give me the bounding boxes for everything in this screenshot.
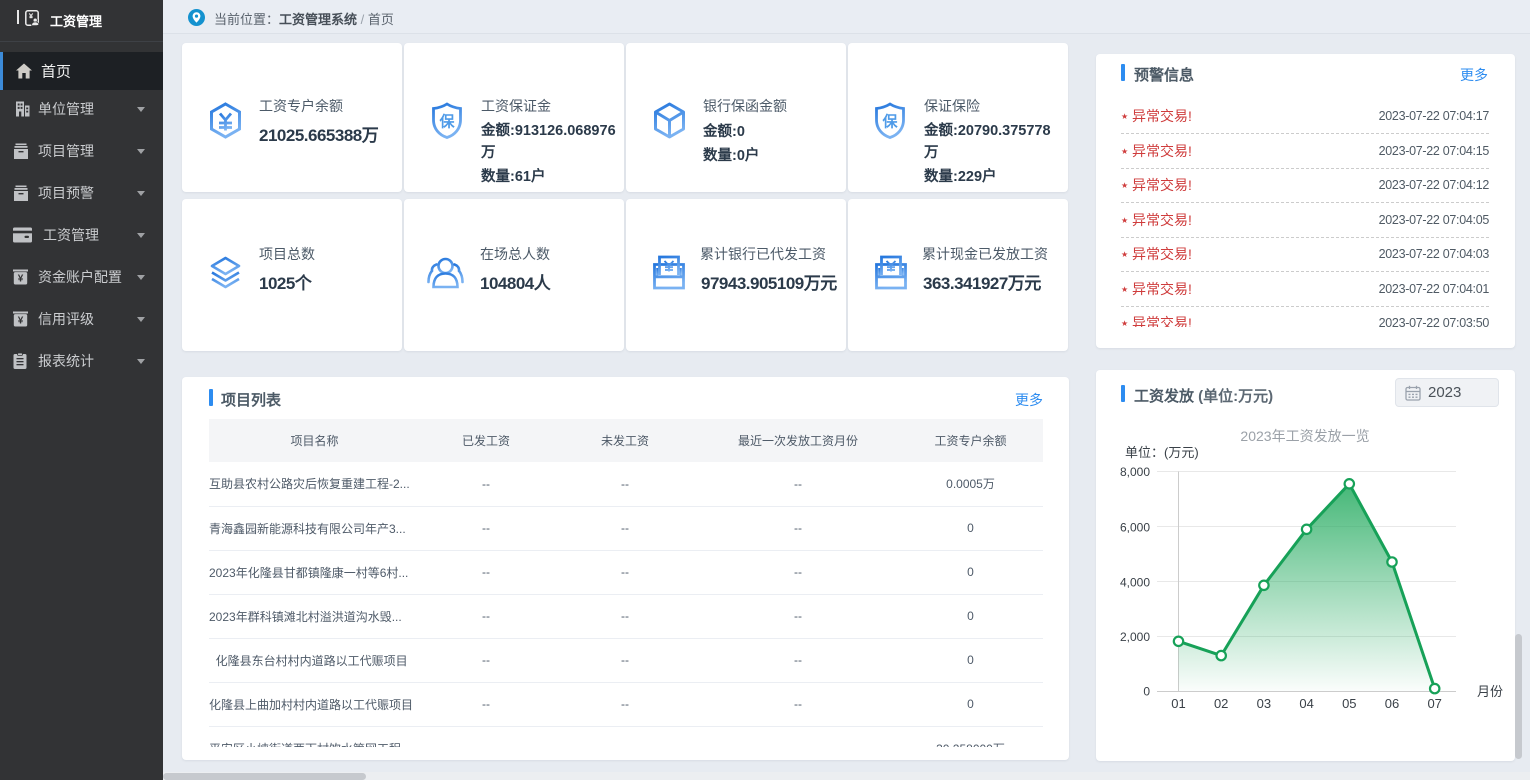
svg-text:01: 01	[1171, 696, 1185, 711]
svg-text:保: 保	[438, 113, 455, 131]
svg-text:06: 06	[1385, 696, 1399, 711]
svg-text:02: 02	[1214, 696, 1228, 711]
svg-text:6,000: 6,000	[1120, 521, 1150, 535]
svg-text:¥: ¥	[18, 316, 24, 327]
svg-text:05: 05	[1342, 696, 1356, 711]
svg-text:4,000: 4,000	[1120, 576, 1150, 590]
svg-text:03: 03	[1257, 696, 1271, 711]
svg-text:07: 07	[1427, 696, 1441, 711]
svg-text:¥: ¥	[18, 274, 24, 285]
svg-text:2,000: 2,000	[1120, 630, 1150, 644]
svg-text:2023年工资发放一览: 2023年工资发放一览	[1240, 428, 1369, 444]
svg-text:0: 0	[1143, 685, 1150, 699]
svg-text:月份: 月份	[1477, 684, 1503, 699]
svg-text:8,000: 8,000	[1120, 465, 1150, 479]
svg-text:保: 保	[881, 113, 898, 131]
svg-text:单位：(万元): 单位：(万元)	[1125, 445, 1199, 460]
svg-text:04: 04	[1299, 696, 1313, 711]
